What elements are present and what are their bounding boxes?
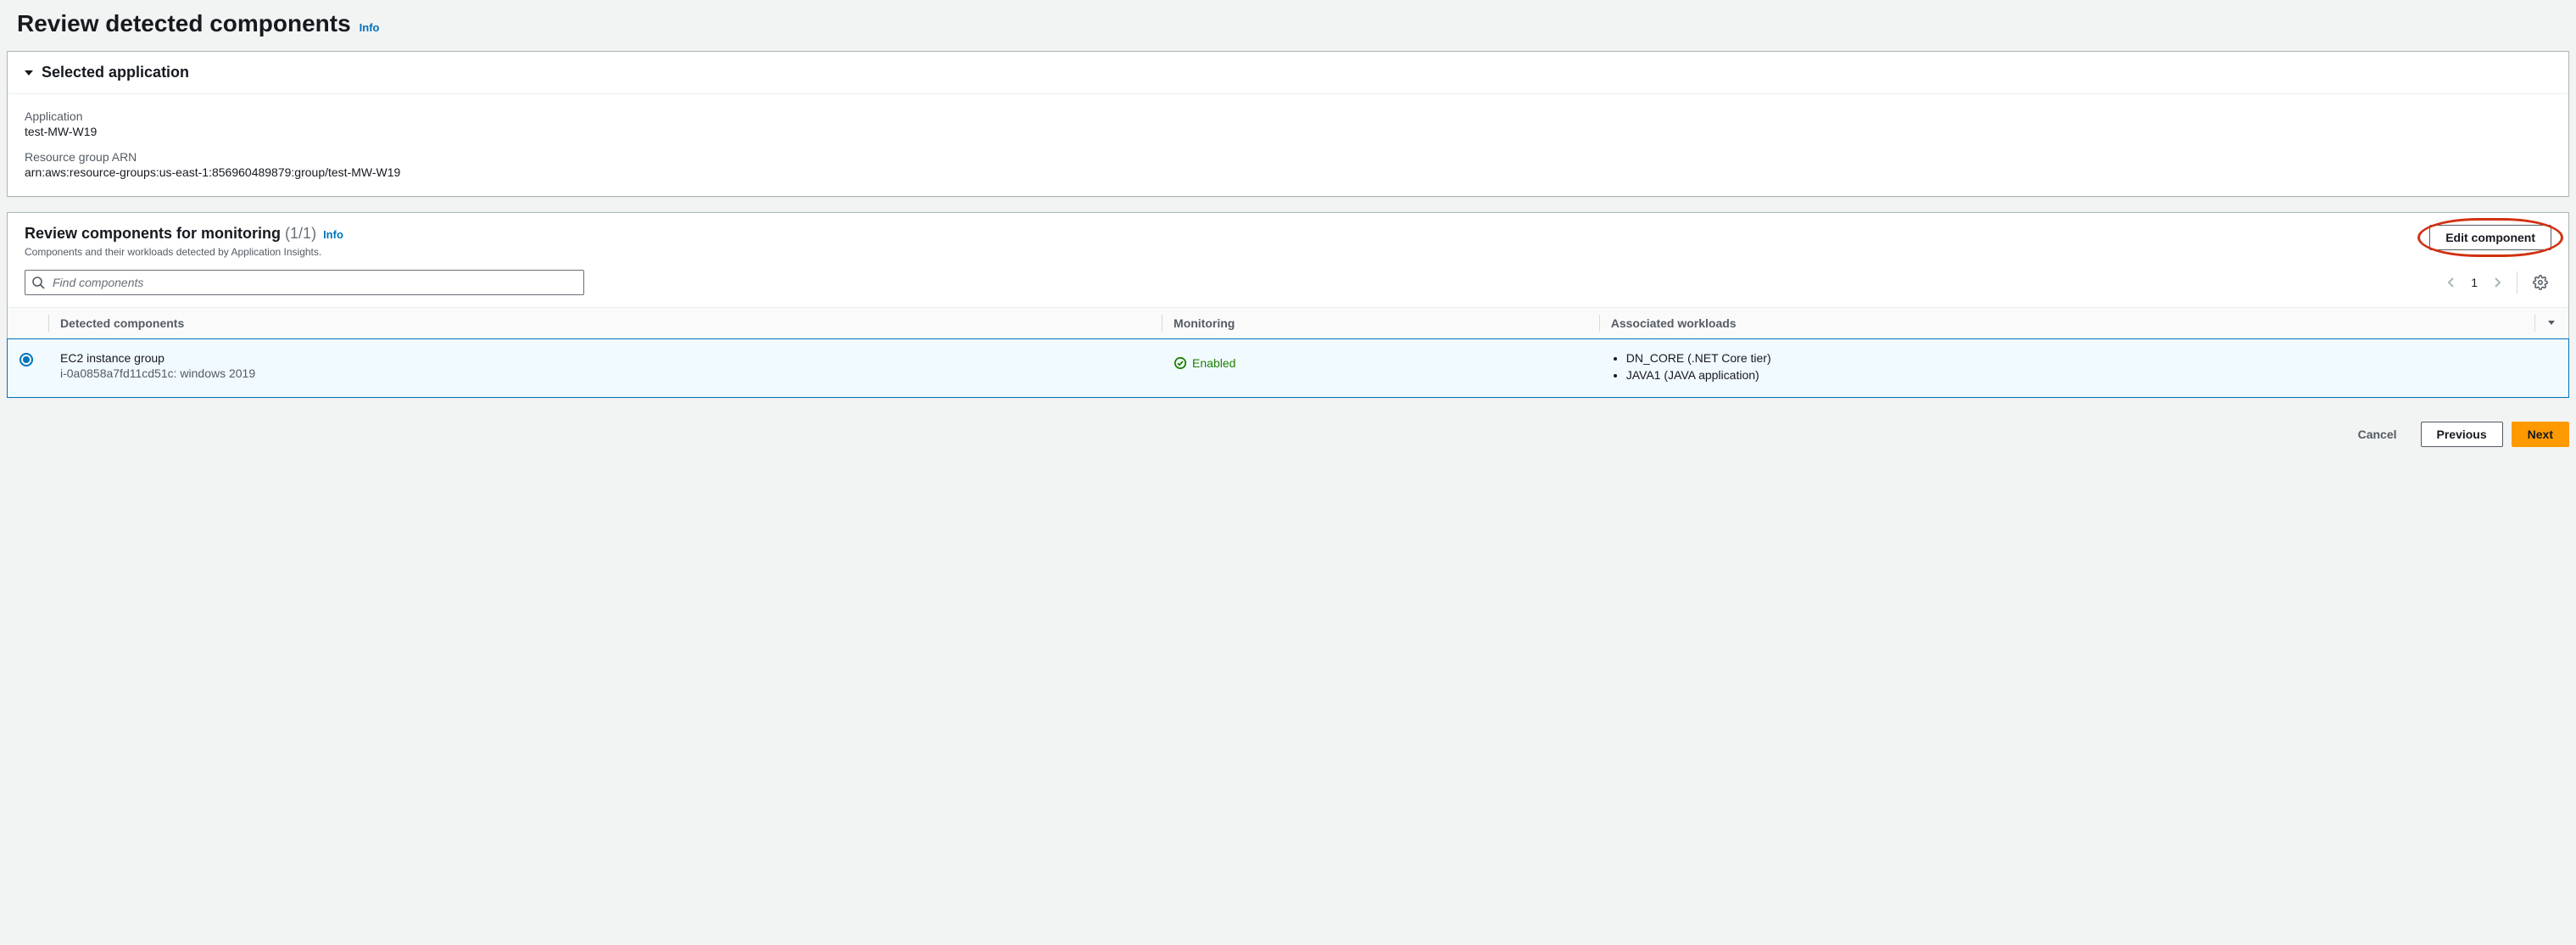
pagination: 1 — [2444, 271, 2551, 294]
workload-item: JAVA1 (JAVA application) — [1626, 368, 2523, 382]
prev-page-button[interactable] — [2444, 273, 2459, 292]
workload-item: DN_CORE (.NET Core tier) — [1626, 351, 2523, 365]
info-link-review[interactable]: Info — [323, 228, 343, 241]
search-icon — [31, 276, 45, 289]
application-label: Application — [25, 109, 2551, 123]
chevron-right-icon — [2493, 277, 2501, 288]
search-input[interactable] — [25, 270, 584, 295]
col-select — [8, 308, 48, 339]
selected-application-panel: Selected application Application test-MW… — [7, 51, 2569, 197]
components-table: Detected components Monitoring Associate… — [8, 307, 2568, 397]
col-monitoring[interactable]: Monitoring — [1162, 308, 1599, 339]
next-page-button[interactable] — [2490, 273, 2505, 292]
component-title: EC2 instance group — [60, 351, 1150, 365]
previous-button[interactable]: Previous — [2421, 422, 2503, 447]
selected-application-body: Application test-MW-W19 Resource group A… — [8, 94, 2568, 196]
workloads-list: DN_CORE (.NET Core tier) JAVA1 (JAVA app… — [1626, 351, 2523, 382]
gear-icon — [2533, 275, 2548, 290]
component-subtitle: i-0a0858a7fd11cd51c: windows 2019 — [60, 366, 1150, 380]
triangle-down-icon — [2546, 317, 2556, 327]
col-actions[interactable] — [2534, 308, 2568, 339]
table-settings-button[interactable] — [2529, 271, 2551, 294]
radio-dot-icon — [23, 356, 30, 363]
info-link-header[interactable]: Info — [360, 21, 380, 34]
cancel-button[interactable]: Cancel — [2343, 422, 2412, 446]
table-row[interactable]: EC2 instance group i-0a0858a7fd11cd51c: … — [8, 339, 2568, 398]
application-value: test-MW-W19 — [25, 125, 2551, 138]
edit-component-button[interactable]: Edit component — [2429, 225, 2551, 250]
edit-component-highlight: Edit component — [2429, 225, 2551, 250]
review-counter: (1/1) — [285, 225, 316, 242]
selected-application-title: Selected application — [42, 64, 189, 81]
col-detected[interactable]: Detected components — [48, 308, 1162, 339]
row-radio[interactable] — [20, 353, 33, 366]
next-button[interactable]: Next — [2512, 422, 2569, 447]
review-components-panel: Review components for monitoring (1/1) I… — [7, 212, 2569, 398]
page-number: 1 — [2471, 276, 2478, 289]
review-description: Components and their workloads detected … — [25, 246, 343, 258]
arn-value: arn:aws:resource-groups:us-east-1:856960… — [25, 165, 2551, 179]
chevron-left-icon — [2447, 277, 2456, 288]
selected-application-header[interactable]: Selected application — [8, 52, 2568, 94]
col-workloads[interactable]: Associated workloads — [1599, 308, 2534, 339]
caret-down-icon — [25, 70, 33, 75]
arn-label: Resource group ARN — [25, 150, 2551, 164]
monitoring-status: Enabled — [1174, 356, 1235, 370]
check-circle-icon — [1174, 356, 1187, 370]
review-title: Review components for monitoring (1/1) — [25, 225, 316, 243]
page-title: Review detected components — [17, 10, 351, 37]
footer-actions: Cancel Previous Next — [0, 413, 2576, 447]
